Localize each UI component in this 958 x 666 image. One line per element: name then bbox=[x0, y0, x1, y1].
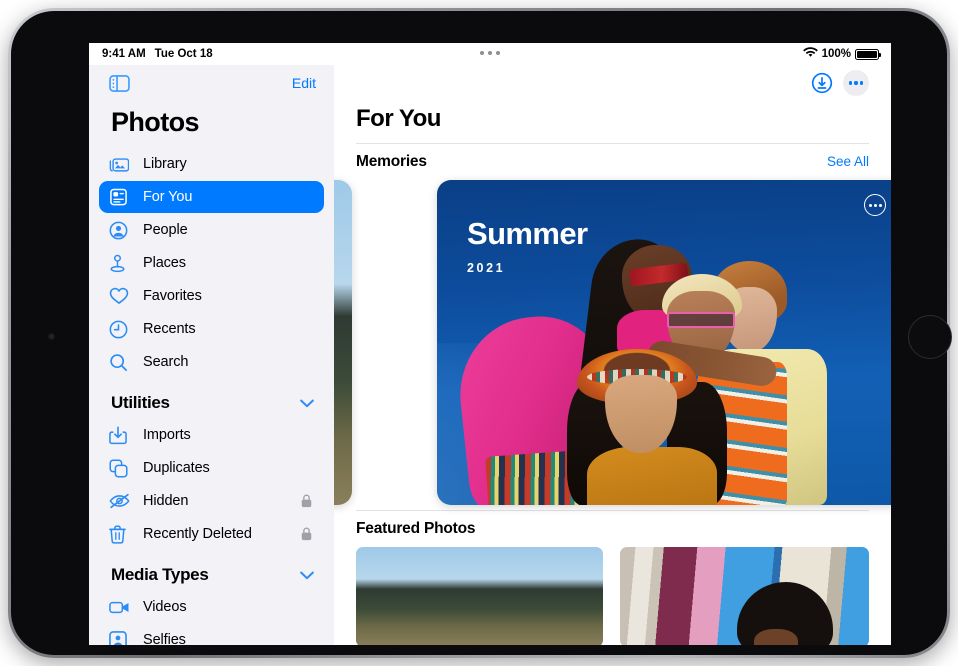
map-pin-icon bbox=[109, 253, 131, 273]
figure-mustard-sweater bbox=[587, 446, 717, 505]
sidebar-item-label: Recently Deleted bbox=[143, 526, 252, 542]
status-bar: 9:41 AM Tue Oct 18 100% bbox=[89, 43, 891, 65]
status-bar-right: 100% bbox=[802, 47, 881, 61]
clock-icon bbox=[109, 319, 131, 339]
selfie-icon bbox=[109, 630, 131, 645]
memories-section-header: Memories See All bbox=[334, 144, 891, 180]
section-title-memories: Memories bbox=[356, 153, 427, 170]
wifi-icon bbox=[802, 47, 818, 61]
figure-face bbox=[754, 629, 799, 645]
memories-carousel[interactable]: Summer 2021 bbox=[334, 180, 891, 510]
airplay-cast-icon[interactable] bbox=[811, 72, 833, 94]
person-circle-icon bbox=[109, 220, 131, 240]
lock-icon bbox=[301, 494, 312, 508]
sidebar-item-hidden[interactable]: Hidden bbox=[99, 485, 324, 517]
sidebar-item-for-you[interactable]: For You bbox=[99, 181, 324, 213]
home-button[interactable] bbox=[908, 315, 952, 359]
sidebar-media-types-list: Videos Selfies bbox=[89, 591, 334, 645]
sidebar-section-media-types-header[interactable]: Media Types bbox=[89, 551, 334, 591]
memory-subtitle: 2021 bbox=[467, 261, 506, 275]
sidebar-item-label: People bbox=[143, 222, 188, 238]
chevron-down-icon[interactable] bbox=[300, 571, 314, 580]
sidebar-item-recents[interactable]: Recents bbox=[99, 313, 324, 345]
featured-photo-1[interactable] bbox=[356, 547, 604, 645]
sidebar-item-people[interactable]: People bbox=[99, 214, 324, 246]
status-bar-left: 9:41 AM Tue Oct 18 bbox=[102, 48, 213, 60]
multitasking-dots-icon[interactable] bbox=[480, 51, 500, 55]
eye-slash-icon bbox=[109, 491, 131, 511]
figure-pink-sunglasses bbox=[667, 311, 735, 328]
sidebar-item-library[interactable]: Library bbox=[99, 148, 324, 180]
sidebar-item-favorites[interactable]: Favorites bbox=[99, 280, 324, 312]
page-title-photos: Photos bbox=[111, 107, 200, 137]
status-date: Tue Oct 18 bbox=[154, 48, 213, 60]
more-options-button[interactable] bbox=[843, 70, 869, 96]
sidebar-item-imports[interactable]: Imports bbox=[99, 419, 324, 451]
status-time: 9:41 AM bbox=[102, 48, 146, 60]
sidebar-primary-list: Library For You People Places Favorites … bbox=[89, 148, 334, 378]
memory-card-summer[interactable]: Summer 2021 bbox=[437, 180, 891, 505]
battery-full-icon bbox=[855, 48, 881, 60]
more-options-icon[interactable] bbox=[864, 194, 886, 216]
section-title: Media Types bbox=[111, 565, 209, 584]
photo-library-icon bbox=[109, 154, 131, 174]
sidebar-item-label: Library bbox=[143, 156, 187, 172]
heart-icon bbox=[109, 286, 131, 306]
section-title-featured-photos: Featured Photos bbox=[356, 520, 476, 537]
memory-card-actions bbox=[864, 194, 891, 216]
chevron-down-icon[interactable] bbox=[300, 399, 314, 408]
sidebar-item-videos[interactable]: Videos bbox=[99, 591, 324, 623]
trash-icon bbox=[109, 524, 131, 544]
sidebar-item-selfies[interactable]: Selfies bbox=[99, 624, 324, 645]
search-icon bbox=[109, 352, 131, 372]
section-title: Utilities bbox=[111, 393, 170, 412]
featured-photo-2[interactable] bbox=[620, 547, 869, 645]
sidebar-toggle-icon[interactable] bbox=[109, 74, 130, 92]
memory-title: Summer bbox=[467, 216, 588, 251]
memory-card-previous[interactable] bbox=[334, 180, 352, 505]
video-camera-icon bbox=[109, 597, 131, 617]
sidebar-utilities-list: Imports Duplicates Hidden Recently Delet… bbox=[89, 419, 334, 550]
sidebar-item-label: Imports bbox=[143, 427, 191, 443]
sidebar-item-label: Selfies bbox=[143, 632, 186, 645]
featured-photos-section-header: Featured Photos bbox=[334, 511, 891, 547]
ipad-device-frame: 9:41 AM Tue Oct 18 100% Edit Photos Libr… bbox=[8, 8, 952, 658]
memory-card-text: Summer 2021 bbox=[467, 216, 588, 275]
sidebar-item-label: Recents bbox=[143, 321, 196, 337]
duplicate-icon bbox=[109, 458, 131, 478]
import-arrow-icon bbox=[109, 425, 131, 445]
sidebar-item-places[interactable]: Places bbox=[99, 247, 324, 279]
sidebar-item-label: Favorites bbox=[143, 288, 202, 304]
sidebar-topbar: Edit bbox=[89, 65, 334, 101]
for-you-card-icon bbox=[109, 187, 131, 207]
ipad-body: 9:41 AM Tue Oct 18 100% Edit Photos Libr… bbox=[11, 11, 952, 655]
battery-percent: 100% bbox=[821, 48, 851, 60]
sidebar-item-label: Videos bbox=[143, 599, 187, 615]
sidebar-item-label: Hidden bbox=[143, 493, 189, 509]
sidebar-item-recently-deleted[interactable]: Recently Deleted bbox=[99, 518, 324, 550]
sidebar-item-duplicates[interactable]: Duplicates bbox=[99, 452, 324, 484]
see-all-memories-link[interactable]: See All bbox=[827, 154, 869, 169]
front-camera bbox=[48, 333, 55, 340]
edit-button[interactable]: Edit bbox=[292, 75, 316, 91]
main-toolbar bbox=[334, 65, 891, 101]
sidebar-item-label: For You bbox=[143, 189, 193, 205]
sidebar-item-search[interactable]: Search bbox=[99, 346, 324, 378]
sidebar: Edit Photos Library For You People Place… bbox=[89, 65, 334, 645]
lock-icon bbox=[301, 527, 312, 541]
sidebar-item-label: Duplicates bbox=[143, 460, 210, 476]
sidebar-item-label: Places bbox=[143, 255, 186, 271]
featured-photos-grid bbox=[334, 547, 891, 645]
sidebar-section-utilities-header[interactable]: Utilities bbox=[89, 379, 334, 419]
ipad-screen: 9:41 AM Tue Oct 18 100% Edit Photos Libr… bbox=[89, 43, 891, 645]
sidebar-item-label: Search bbox=[143, 354, 189, 370]
main-content: For You Memories See All Summer 2021 Fea… bbox=[334, 65, 891, 645]
page-title: For You bbox=[356, 105, 441, 132]
